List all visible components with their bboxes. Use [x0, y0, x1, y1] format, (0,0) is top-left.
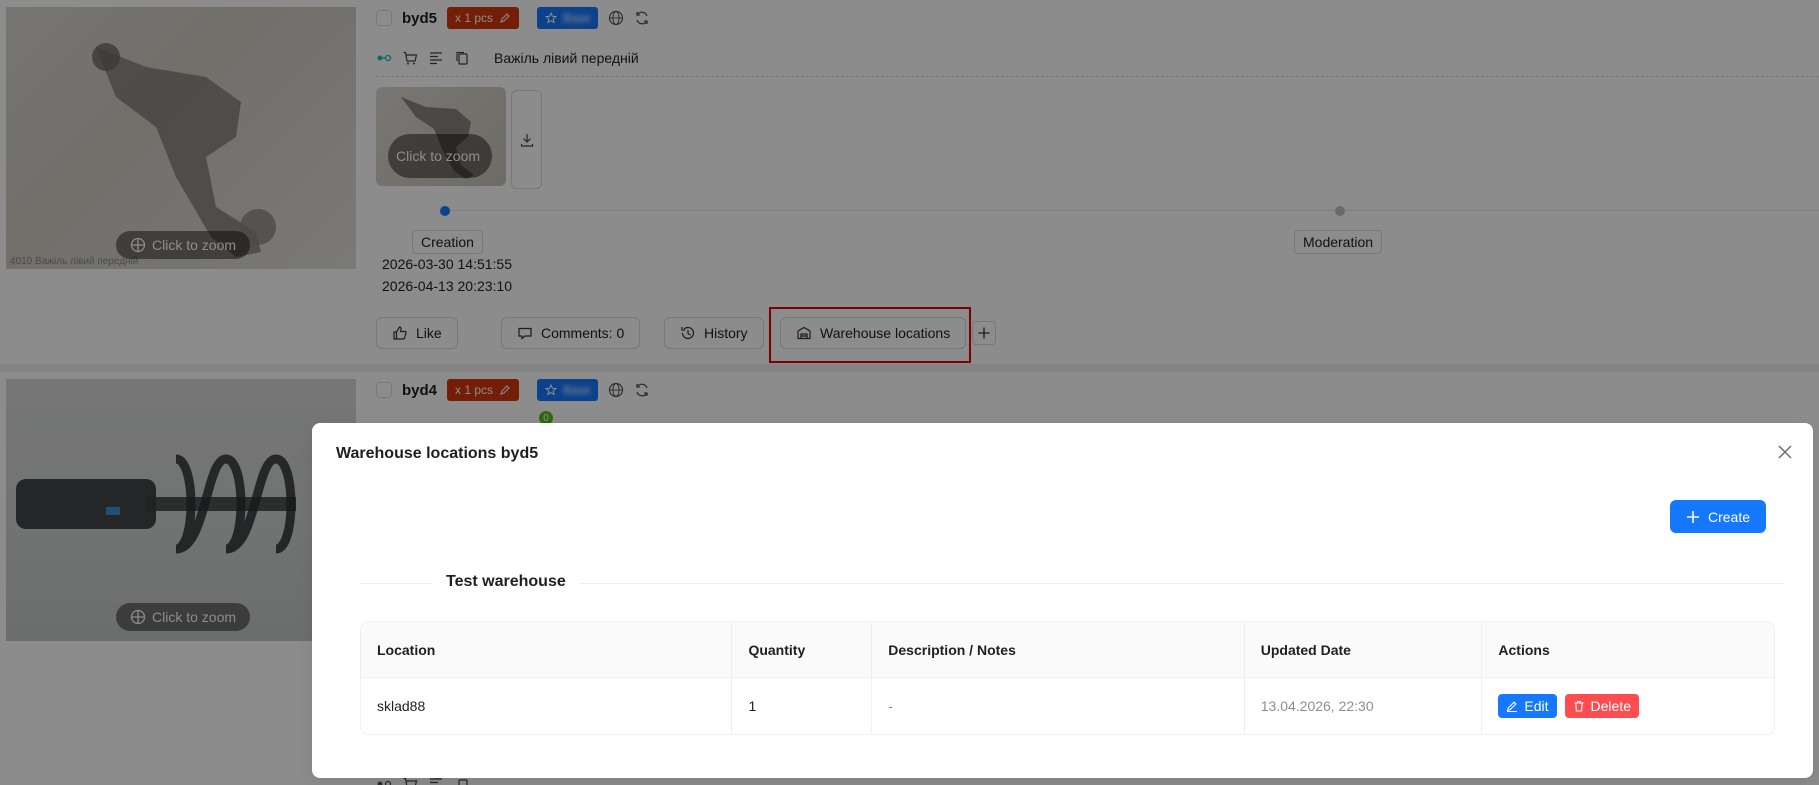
create-button[interactable]: Create: [1670, 500, 1767, 533]
cell-quantity: 1: [732, 678, 873, 734]
cell-location: sklad88: [361, 678, 733, 734]
create-label: Create: [1708, 508, 1751, 525]
close-button[interactable]: [1774, 441, 1796, 463]
column-header-updated: Updated Date: [1245, 622, 1483, 677]
edit-label: Edit: [1524, 698, 1549, 714]
warehouse-locations-modal: Warehouse locations byd5 Create Test war…: [312, 423, 1813, 778]
modal-title: Warehouse locations byd5: [336, 445, 539, 462]
table-header: Location Quantity Description / Notes Up…: [361, 622, 1774, 678]
locations-table: Location Quantity Description / Notes Up…: [360, 621, 1775, 735]
delete-label: Delete: [1590, 698, 1631, 714]
delete-button[interactable]: Delete: [1564, 694, 1639, 718]
edit-icon: [1507, 701, 1518, 712]
close-icon: [1778, 445, 1792, 459]
column-header-notes: Description / Notes: [872, 622, 1245, 677]
cell-updated: 13.04.2026, 22:30: [1245, 678, 1483, 734]
column-header-location: Location: [361, 622, 733, 677]
edit-button[interactable]: Edit: [1498, 694, 1557, 718]
trash-icon: [1574, 700, 1584, 712]
column-header-quantity: Quantity: [732, 622, 873, 677]
column-header-actions: Actions: [1498, 641, 1550, 658]
table-row: sklad88 1 - 13.04.2026, 22:30 Edit Delet…: [361, 678, 1774, 734]
warehouse-name: Test warehouse: [432, 573, 580, 591]
cell-notes: -: [872, 678, 1245, 734]
plus-icon: [1687, 510, 1699, 523]
cell-actions: Edit Delete: [1482, 678, 1774, 734]
